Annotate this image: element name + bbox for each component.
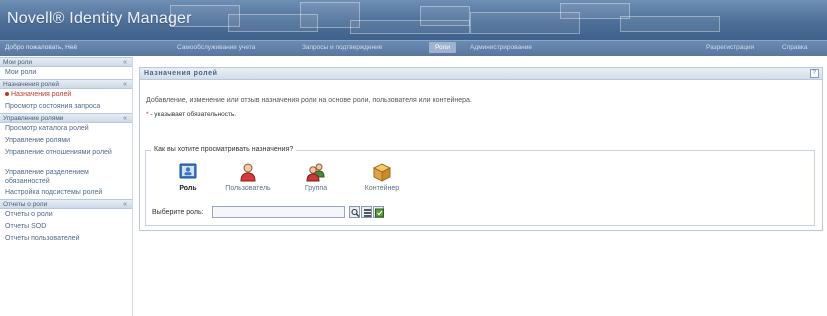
section-title: Мои роли: [3, 59, 33, 66]
group-icon: [306, 163, 325, 182]
section-title: Назначения ролей: [3, 81, 59, 88]
top-nav: Добро пожаловать, Неё Самообслуживание у…: [0, 40, 827, 56]
welcome-text: Добро пожаловать, Неё: [5, 44, 78, 51]
sidebar-section-role-assignments[interactable]: Назначения ролей «: [0, 79, 132, 89]
section-title: Управление ролями: [3, 115, 64, 122]
view-options-legend: Как вы хотите просматривать назначения?: [151, 146, 297, 153]
tab-administration[interactable]: Администрирование: [470, 44, 532, 51]
sidebar-item-manage-roles[interactable]: Управление ролями: [0, 135, 132, 147]
history-icon[interactable]: [361, 206, 372, 218]
logout-link[interactable]: Разрегистрация: [706, 44, 754, 51]
sidebar-item-label: Назначения ролей: [11, 91, 72, 98]
role-icon: [179, 163, 197, 179]
sidebar-item-separation-of-duties[interactable]: Управление разделением обязанностей: [0, 167, 132, 187]
reset-icon[interactable]: [373, 206, 384, 218]
app-header: Novell® Identity Manager: [0, 0, 827, 40]
collapse-icon[interactable]: «: [123, 114, 127, 123]
tab-roles[interactable]: Роли: [429, 42, 456, 53]
sidebar-item-user-reports[interactable]: Отчеты пользователей: [0, 233, 132, 245]
active-bullet-icon: [5, 92, 9, 97]
collapse-icon[interactable]: «: [123, 80, 127, 89]
user-icon: [240, 163, 256, 182]
sidebar-item-role-relationships[interactable]: Управление отношениями ролей: [0, 147, 132, 167]
sidebar-item-role-subsystem[interactable]: Настройка подсистемы ролей: [0, 187, 132, 199]
view-option-label: Роль: [179, 185, 197, 192]
sidebar-item-role-reports[interactable]: Отчеты о роли: [0, 209, 132, 221]
container-icon: [372, 163, 392, 182]
help-icon[interactable]: ?: [810, 69, 819, 78]
view-option-label: Контейнер: [364, 185, 400, 192]
view-option-label: Пользователь: [225, 185, 271, 192]
view-option-group[interactable]: Группа: [286, 162, 346, 192]
tab-self-service[interactable]: Самообслуживание учета: [177, 44, 255, 51]
view-option-label: Группа: [304, 185, 328, 192]
sidebar-item-role-catalog[interactable]: Просмотр каталога ролей: [0, 123, 132, 135]
help-link[interactable]: Справка: [782, 44, 808, 51]
select-role-input[interactable]: [212, 206, 345, 218]
required-text: - указывает обязательность.: [148, 111, 237, 118]
sidebar-item-my-roles[interactable]: Мои роли: [0, 67, 132, 79]
collapse-icon[interactable]: «: [123, 200, 127, 209]
search-icon[interactable]: [349, 206, 360, 218]
tab-requests-approvals[interactable]: Запросы и подтверждение: [302, 44, 382, 51]
sidebar-item-sod-reports[interactable]: Отчеты SOD: [0, 221, 132, 233]
view-option-user[interactable]: Пользователь: [218, 162, 278, 192]
panel-header: Назначения ролей ?: [140, 68, 822, 80]
sidebar: Мои роли « Мои роли Назначения ролей « Н…: [0, 57, 133, 316]
panel-title: Назначения ролей: [144, 70, 218, 77]
sidebar-section-role-management[interactable]: Управление ролями «: [0, 113, 132, 123]
sidebar-item-request-status[interactable]: Просмотр состояния запроса: [0, 101, 132, 113]
sidebar-section-role-reports[interactable]: Отчеты о роли «: [0, 199, 132, 209]
select-role-label: Выберите роль:: [152, 209, 204, 216]
view-option-container[interactable]: Контейнер: [352, 162, 412, 192]
page-description: Добавление, изменение или отзыв назначен…: [146, 97, 472, 104]
view-options-group: Как вы хотите просматривать назначения? …: [145, 146, 815, 226]
role-assignments-panel: Назначения ролей ? Добавление, изменение…: [139, 67, 823, 231]
header-decoration: [620, 16, 720, 32]
sidebar-item-role-assignments[interactable]: Назначения ролей: [0, 89, 132, 101]
app-title: Novell® Identity Manager: [7, 10, 192, 27]
required-note: * - указывает обязательность.: [146, 111, 236, 118]
view-option-role[interactable]: Роль: [158, 162, 218, 192]
section-title: Отчеты о роли: [3, 201, 48, 208]
sidebar-section-my-roles[interactable]: Мои роли «: [0, 57, 132, 67]
header-decoration: [420, 6, 470, 26]
collapse-icon[interactable]: «: [123, 58, 127, 67]
